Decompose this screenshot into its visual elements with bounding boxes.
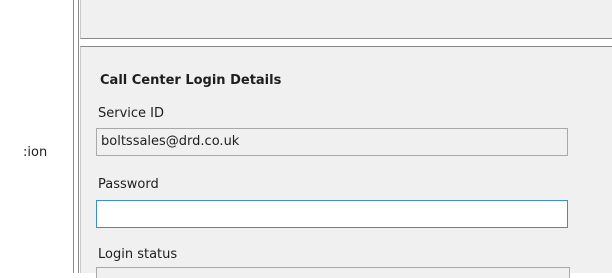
panel-divider-right: [78, 0, 79, 273]
password-label: Password: [98, 177, 159, 192]
service-id-field[interactable]: boltssales@drd.co.uk: [96, 128, 568, 156]
section-title: Call Center Login Details: [100, 73, 282, 88]
password-field[interactable]: [96, 200, 568, 228]
top-panel: [80, 0, 612, 39]
left-panel-label-fragment: :ion: [23, 145, 48, 160]
service-id-label: Service ID: [98, 106, 165, 121]
panel-divider-left: [73, 0, 74, 273]
login-status-label: Login status: [98, 247, 178, 262]
